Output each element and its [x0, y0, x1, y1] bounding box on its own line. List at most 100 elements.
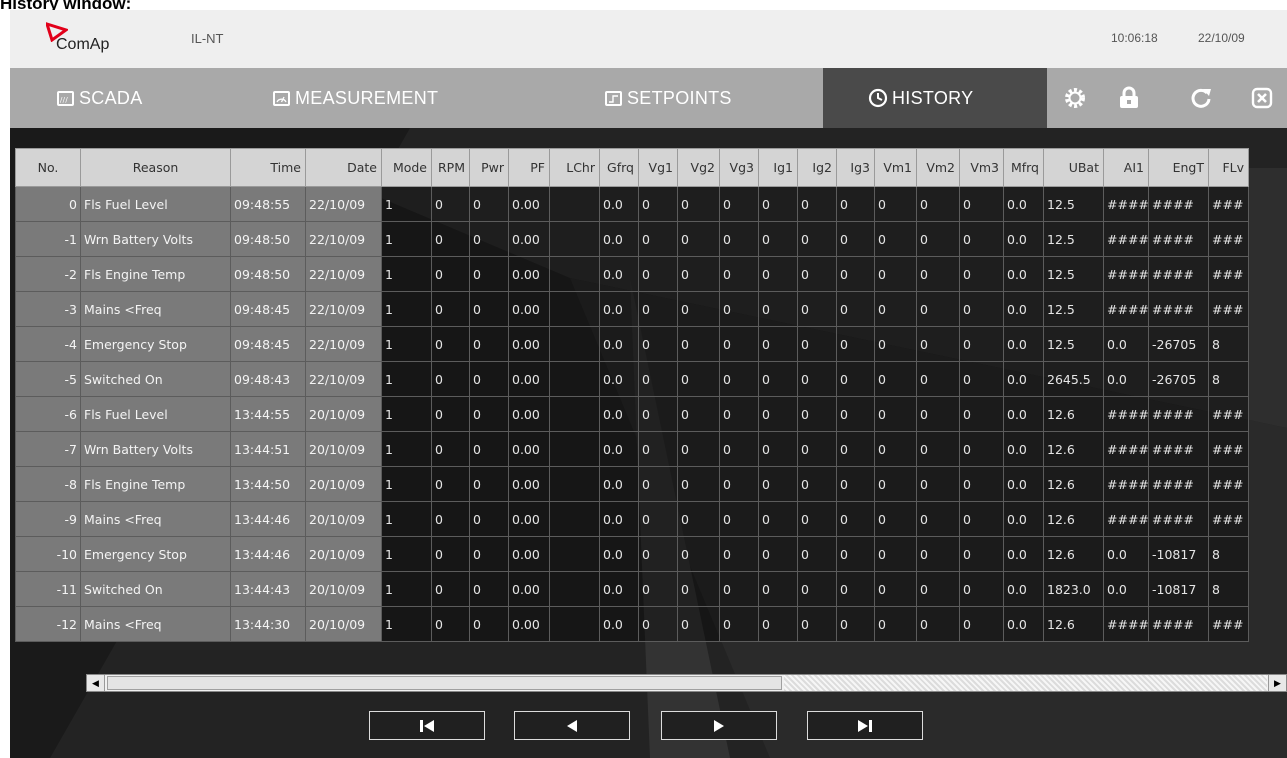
table-cell: 0: [638, 396, 678, 432]
tab-setpoints[interactable]: SETPOINTS: [605, 68, 732, 128]
column-header[interactable]: LChr: [549, 148, 600, 187]
table-cell: -8: [15, 466, 81, 502]
table-cell: ####: [1148, 396, 1209, 432]
column-header[interactable]: EngT: [1148, 148, 1209, 187]
settings-button[interactable]: [1062, 85, 1088, 111]
table-row[interactable]: -9 Mains <Freq 13:44:46 20/10/09 1 0 0 0.00 0.0 0…: [15, 501, 1249, 537]
table-cell: 0: [874, 571, 917, 607]
table-cell: 0: [431, 431, 470, 467]
table-cell: 0: [469, 501, 509, 537]
column-header[interactable]: Mode: [381, 148, 432, 187]
scrollbar-thumb[interactable]: [107, 676, 782, 690]
table-cell: 0: [719, 431, 759, 467]
scrollbar-track[interactable]: [784, 675, 1267, 691]
table-cell: 8: [1208, 571, 1249, 607]
tab-history[interactable]: HISTORY: [823, 68, 1047, 128]
table-row[interactable]: -8 Fls Engine Temp 13:44:50 20/10/09 1 0 0 0.00…: [15, 466, 1249, 502]
last-record-button[interactable]: [807, 711, 923, 740]
column-header[interactable]: RPM: [431, 148, 470, 187]
table-cell: 1: [381, 571, 432, 607]
brand-name: ComAp: [56, 36, 110, 53]
table-cell: 0: [758, 536, 798, 572]
table-row[interactable]: 0 Fls Fuel Level 09:48:55 22/10/09 1 0 0 0.00 0.…: [15, 186, 1249, 222]
column-header[interactable]: Vg3: [719, 148, 759, 187]
table-row[interactable]: -7 Wrn Battery Volts 13:44:51 20/10/09 1 0 0 0.…: [15, 431, 1249, 467]
column-header[interactable]: FLv: [1208, 148, 1249, 187]
lock-button[interactable]: [1116, 85, 1142, 111]
column-header[interactable]: Ig3: [836, 148, 875, 187]
table-cell: -10817: [1148, 536, 1209, 572]
table-cell: 0: [469, 606, 509, 642]
table-cell: 0: [638, 361, 678, 397]
column-header[interactable]: Ig2: [797, 148, 837, 187]
column-header[interactable]: AI1: [1103, 148, 1149, 187]
refresh-button[interactable]: [1188, 85, 1214, 111]
table-cell: ###: [1208, 431, 1249, 467]
scada-icon: ///: [57, 90, 74, 106]
table-cell: 0: [431, 606, 470, 642]
column-header[interactable]: Time: [230, 148, 306, 187]
column-header[interactable]: Mfrq: [1003, 148, 1044, 187]
table-cell: 0.0: [599, 536, 639, 572]
table-cell: 0: [959, 326, 1004, 362]
table-cell: 0: [959, 501, 1004, 537]
tab-scada[interactable]: /// SCADA: [57, 68, 143, 128]
table-cell: 0: [758, 221, 798, 257]
history-table-container[interactable]: No. Reason Time Date Mode RPM Pwr PF LChr Gfrq Vg1…: [15, 148, 1287, 674]
scroll-right-arrow[interactable]: ▶: [1268, 675, 1286, 691]
previous-record-button[interactable]: [514, 711, 630, 740]
column-header[interactable]: Vg1: [638, 148, 678, 187]
table-cell: 0.00: [508, 291, 550, 327]
column-header[interactable]: Ig1: [758, 148, 798, 187]
table-cell: 0: [431, 221, 470, 257]
table-cell: 0: [797, 256, 837, 292]
next-record-button[interactable]: [661, 711, 777, 740]
table-row[interactable]: -10 Emergency Stop 13:44:46 20/10/09 1 0 0 0.00…: [15, 536, 1249, 572]
table-cell: 0: [677, 326, 720, 362]
table-row[interactable]: -1 Wrn Battery Volts 09:48:50 22/10/09 1 0 0 0.…: [15, 221, 1249, 257]
first-record-button[interactable]: [369, 711, 485, 740]
column-header[interactable]: No.: [15, 148, 81, 187]
scroll-left-arrow[interactable]: ◀: [87, 675, 105, 691]
table-cell: 20/10/09: [305, 606, 382, 642]
table-cell: 0: [874, 256, 917, 292]
close-icon: [1251, 87, 1273, 109]
table-row[interactable]: -3 Mains <Freq 09:48:45 22/10/09 1 0 0 0.00 0.0 0…: [15, 291, 1249, 327]
table-cell: 1: [381, 431, 432, 467]
column-header[interactable]: Vg2: [677, 148, 720, 187]
table-cell: 0.0: [1003, 536, 1044, 572]
skip-first-icon: [420, 719, 434, 732]
table-cell: 0: [916, 186, 960, 222]
column-header[interactable]: Reason: [80, 148, 231, 187]
table-row[interactable]: -5 Switched On 09:48:43 22/10/09 1 0 0 0.00 0.0 0…: [15, 361, 1249, 397]
column-header[interactable]: UBat: [1043, 148, 1104, 187]
table-row[interactable]: -12 Mains <Freq 13:44:30 20/10/09 1 0 0 0.00 0.0…: [15, 606, 1249, 642]
table-cell: 0: [797, 291, 837, 327]
table-row[interactable]: -11 Switched On 13:44:43 20/10/09 1 0 0 0.00 0.0…: [15, 571, 1249, 607]
table-cell: 22/10/09: [305, 186, 382, 222]
table-cell: 0: [874, 501, 917, 537]
column-header[interactable]: PF: [508, 148, 550, 187]
table-cell: 0: [916, 606, 960, 642]
table-cell: ###: [1208, 466, 1249, 502]
table-row[interactable]: -4 Emergency Stop 09:48:45 22/10/09 1 0 0 0.00 0…: [15, 326, 1249, 362]
table-cell: 0.0: [599, 571, 639, 607]
column-header[interactable]: Date: [305, 148, 382, 187]
table-cell: 0: [959, 431, 1004, 467]
table-cell: [549, 291, 600, 327]
table-cell: -11: [15, 571, 81, 607]
column-header[interactable]: Vm1: [874, 148, 917, 187]
horizontal-scrollbar[interactable]: ◀ ▶: [86, 674, 1287, 692]
table-row[interactable]: -2 Fls Engine Temp 09:48:50 22/10/09 1 0 0 0.00…: [15, 256, 1249, 292]
table-row[interactable]: -6 Fls Fuel Level 13:44:55 20/10/09 1 0 0 0.00 0…: [15, 396, 1249, 432]
column-header[interactable]: Vm2: [916, 148, 960, 187]
table-cell: 0: [758, 256, 798, 292]
tab-measurement[interactable]: MEASUREMENT: [273, 68, 438, 128]
table-cell: 0: [959, 291, 1004, 327]
column-header[interactable]: Vm3: [959, 148, 1004, 187]
column-header[interactable]: Pwr: [469, 148, 509, 187]
close-button[interactable]: [1249, 85, 1275, 111]
table-cell: 0.0: [1003, 396, 1044, 432]
table-cell: 0: [719, 501, 759, 537]
column-header[interactable]: Gfrq: [599, 148, 639, 187]
